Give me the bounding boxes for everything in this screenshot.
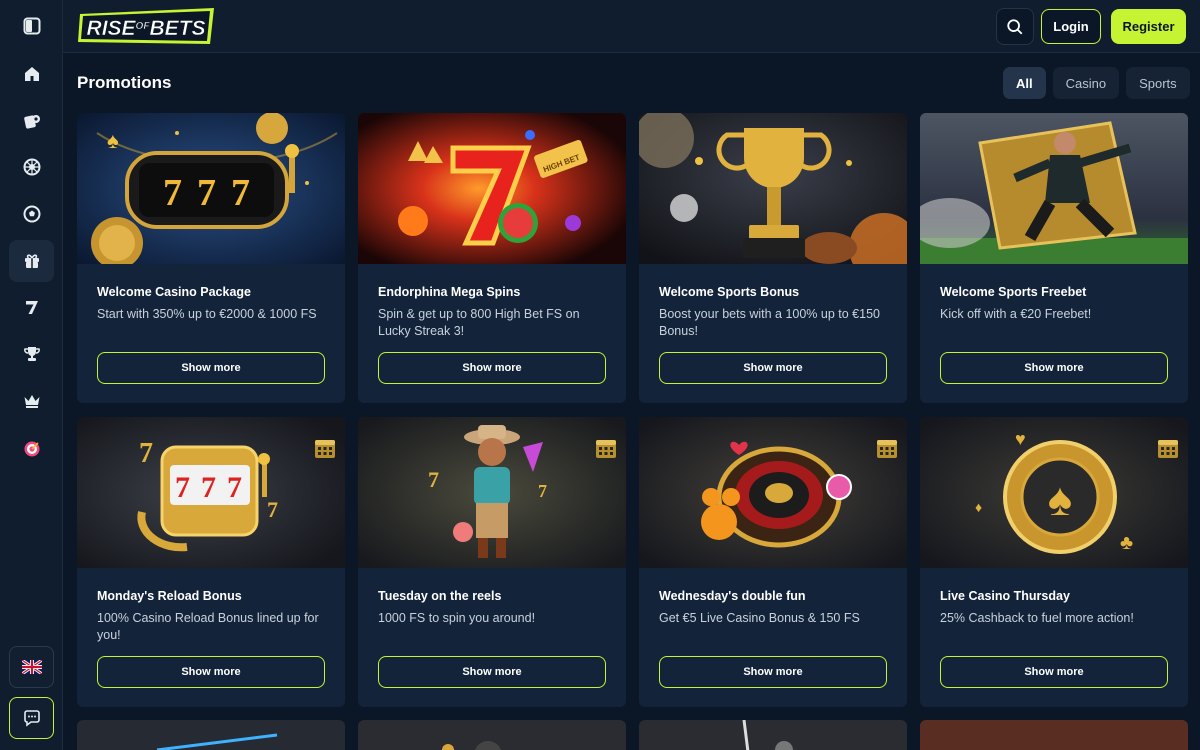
soccer-ball-icon[interactable]: [9, 193, 54, 235]
promo-image-trophy: [639, 113, 907, 264]
trophy-icon[interactable]: [9, 333, 54, 375]
promo-card: 7 7 7 7 7 Monday's Reload Bonus 100% Cas…: [77, 417, 345, 707]
promo-card: ♠ ♥ ♣ ♦ Live Casino Thursday 25% Cashbac…: [920, 417, 1188, 707]
show-more-button[interactable]: Show more: [97, 352, 325, 384]
promo-card: 7 7 Tuesday on the reels 1000 FS to spin…: [358, 417, 626, 707]
svg-text:♠: ♠: [1048, 473, 1072, 525]
svg-text:♠: ♠: [107, 128, 119, 153]
promo-title: Welcome Casino Package: [97, 285, 252, 299]
svg-text:7: 7: [139, 438, 153, 469]
calendar-icon: [877, 440, 897, 458]
svg-text:7: 7: [197, 172, 216, 214]
svg-text:7: 7: [175, 471, 190, 504]
svg-text:7: 7: [267, 497, 278, 522]
show-more-button[interactable]: Show more: [378, 656, 606, 688]
svg-text:7: 7: [538, 481, 547, 501]
promo-image-poker-chip: ♠ ♥ ♣ ♦: [920, 417, 1188, 568]
svg-text:♦: ♦: [975, 499, 982, 515]
calendar-icon: [1158, 440, 1178, 458]
promo-title: Monday's Reload Bonus: [97, 589, 242, 603]
promo-card: Welcome Sports Bonus Boost your bets wit…: [639, 113, 907, 403]
promo-title: Wednesday's double fun: [659, 589, 806, 603]
logo[interactable]: RISEOFBETS: [76, 6, 216, 48]
calendar-icon: [315, 440, 335, 458]
promo-description: Get €5 Live Casino Bonus & 150 FS: [659, 611, 860, 625]
promo-card: HIGH BET Endorphina Mega Spins Spin & ge…: [358, 113, 626, 403]
show-more-button[interactable]: Show more: [378, 352, 606, 384]
promo-card: Welcome Sports Freebet Kick off with a €…: [920, 113, 1188, 403]
target-icon[interactable]: [9, 427, 54, 469]
gift-icon[interactable]: [9, 240, 54, 282]
promo-description: 100% Casino Reload Bonus lined up for yo…: [97, 611, 319, 642]
panel-toggle-icon[interactable]: [9, 5, 54, 47]
seven-icon[interactable]: [9, 286, 54, 328]
top-header: RISEOFBETS Login Register: [63, 0, 1200, 53]
promo-description: 25% Cashback to fuel more action!: [940, 611, 1134, 625]
login-button[interactable]: Login: [1041, 9, 1101, 44]
promo-card: Wednesday's double fun Get €5 Live Casin…: [639, 417, 907, 707]
show-more-button[interactable]: Show more: [940, 656, 1168, 688]
home-icon[interactable]: [9, 53, 54, 95]
promo-image-soccer-player: [920, 113, 1188, 264]
show-more-button[interactable]: Show more: [940, 352, 1168, 384]
promo-image-cowboy: 7 7: [358, 417, 626, 568]
promo-image-lucky-seven: HIGH BET: [358, 113, 626, 264]
filter-all[interactable]: All: [1003, 67, 1046, 99]
casino-chips-icon[interactable]: [9, 100, 54, 142]
promo-title: Tuesday on the reels: [378, 589, 502, 603]
promo-card-partial: [77, 720, 345, 750]
promo-card-partial: [920, 720, 1188, 750]
page-title: Promotions: [77, 73, 172, 92]
svg-text:7: 7: [428, 467, 439, 492]
promo-filters: All Casino Sports: [1003, 67, 1190, 99]
show-more-button[interactable]: Show more: [97, 656, 325, 688]
promo-title: Welcome Sports Freebet: [940, 285, 1087, 299]
svg-text:7: 7: [201, 471, 216, 504]
promo-description: Start with 350% up to €2000 & 1000 FS: [97, 307, 317, 321]
promo-description: Kick off with a €20 Freebet!: [940, 307, 1092, 321]
promo-title: Endorphina Mega Spins: [378, 285, 521, 299]
svg-text:♣: ♣: [1120, 532, 1133, 554]
search-icon: [1007, 18, 1023, 34]
roulette-icon[interactable]: [9, 146, 54, 188]
show-more-button[interactable]: Show more: [659, 656, 887, 688]
svg-text:7: 7: [163, 172, 182, 214]
promo-description: Spin & get up to 800 High Bet FS on Luck…: [378, 307, 580, 338]
crown-icon[interactable]: [9, 380, 54, 422]
show-more-button[interactable]: Show more: [659, 352, 887, 384]
promo-image-gold-slot: 7 7 7 7 7: [77, 417, 345, 568]
filter-casino[interactable]: Casino: [1052, 67, 1120, 99]
search-button[interactable]: [996, 8, 1034, 45]
promo-image-roulette: [639, 417, 907, 568]
svg-text:7: 7: [227, 471, 242, 504]
svg-text:7: 7: [231, 172, 250, 214]
register-button[interactable]: Register: [1111, 9, 1186, 44]
filter-sports[interactable]: Sports: [1126, 67, 1190, 99]
promo-card-partial: [358, 720, 626, 750]
sidebar: [0, 0, 63, 750]
promo-card-partial: [639, 720, 907, 750]
promo-title: Live Casino Thursday: [940, 589, 1070, 603]
promo-card: 7 7 7 ♠ Welcome Casino Package Start wit…: [77, 113, 345, 403]
promo-title: Welcome Sports Bonus: [659, 285, 800, 299]
promo-description: 1000 FS to spin you around!: [378, 611, 536, 625]
promo-description: Boost your bets with a 100% up to €150 B…: [659, 307, 880, 338]
calendar-icon: [596, 440, 616, 458]
chat-icon[interactable]: [9, 697, 54, 739]
promo-image-slot-777: 7 7 7 ♠: [77, 113, 345, 264]
uk-flag-icon[interactable]: [9, 646, 54, 688]
svg-text:♥: ♥: [1015, 429, 1026, 449]
